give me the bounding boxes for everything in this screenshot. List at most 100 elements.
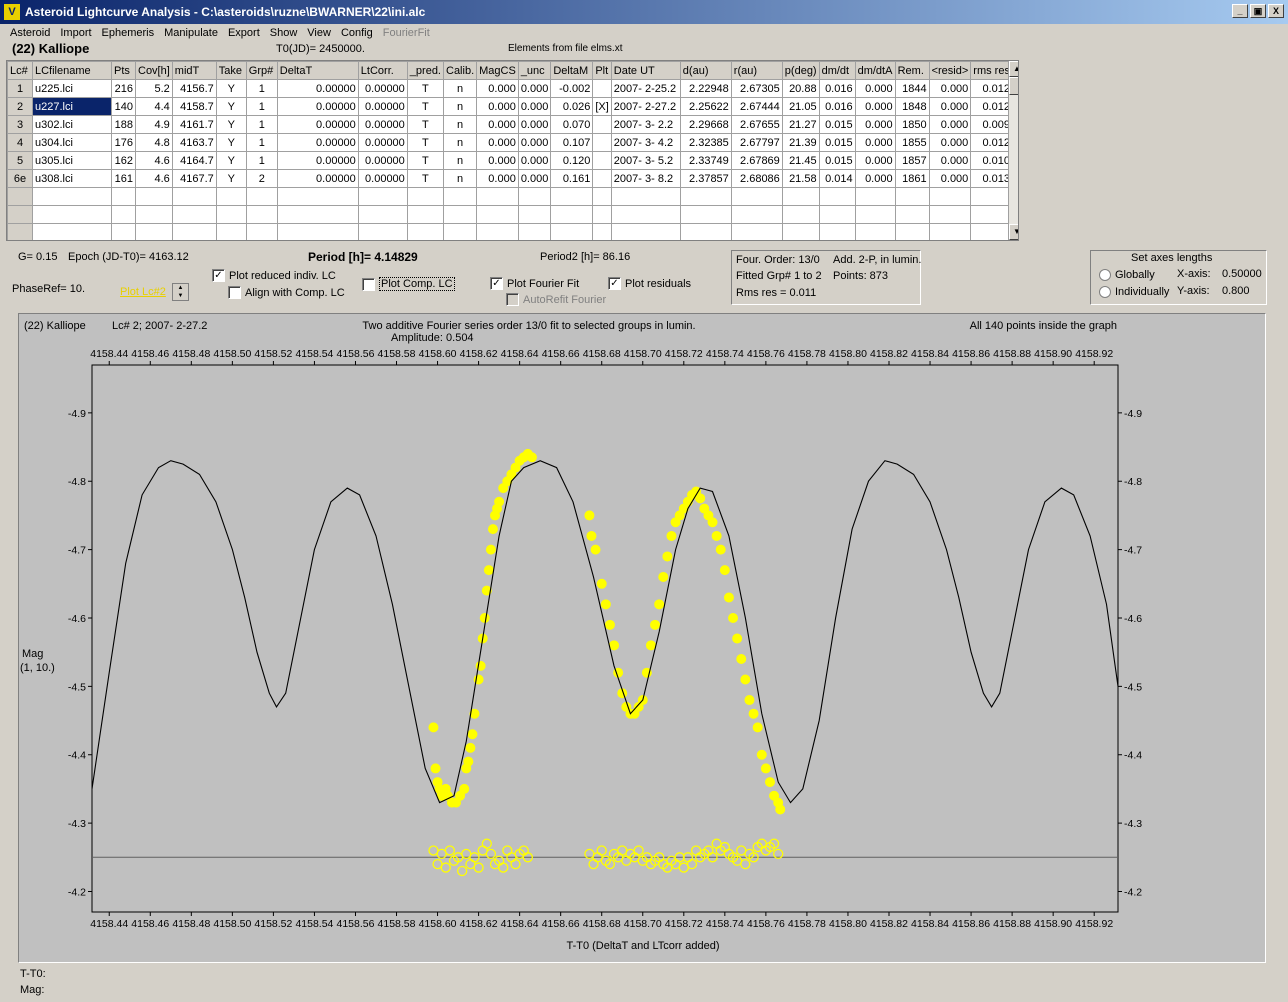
table-cell[interactable]: 4.8 (135, 133, 173, 152)
table-cell[interactable]: 4.6 (135, 169, 173, 188)
menu-ephemeris[interactable]: Ephemeris (97, 27, 160, 39)
table-cell[interactable]: 0.010 (970, 151, 1013, 170)
empty-cell[interactable] (7, 187, 33, 206)
table-cell[interactable]: 0.009 (970, 115, 1013, 134)
table-cell[interactable]: 2 (7, 97, 33, 116)
empty-cell[interactable] (357, 187, 408, 206)
table-cell[interactable]: 0.000 (517, 133, 552, 152)
column-header[interactable]: dm/dtA (854, 61, 896, 80)
table-cell[interactable]: 4.9 (135, 115, 173, 134)
empty-cell[interactable] (111, 205, 136, 224)
table-cell[interactable]: Y (215, 151, 247, 170)
column-header[interactable]: Lc# (7, 61, 33, 80)
table-row[interactable]: 3 u302.lci 188 4.9 4161.7 Y 1 0.00000 0.00000 Tn 0… (7, 115, 1013, 134)
table-cell[interactable]: 0.00000 (276, 97, 359, 116)
menu-import[interactable]: Import (55, 27, 96, 39)
table-cell[interactable]: 0.00000 (276, 169, 359, 188)
table-cell[interactable]: 0.015 (818, 133, 856, 152)
table-cell[interactable]: 2 (245, 169, 278, 188)
empty-cell[interactable] (781, 205, 820, 224)
table-cell[interactable]: 2.22948 (679, 79, 732, 98)
table-cell[interactable]: u308.lci (32, 169, 112, 188)
empty-cell[interactable] (215, 205, 247, 224)
table-cell[interactable]: 0.00000 (357, 133, 408, 152)
column-header[interactable]: MagCS (476, 61, 519, 80)
table-cell[interactable]: Y (215, 79, 247, 98)
column-header[interactable]: p(deg) (781, 61, 820, 80)
empty-cell[interactable] (135, 223, 173, 240)
column-header[interactable]: Pts (111, 61, 136, 80)
x-axis-value[interactable]: 0.50000 (1222, 268, 1262, 280)
empty-cell[interactable] (592, 223, 612, 240)
empty-cell[interactable] (854, 187, 896, 206)
empty-cell[interactable] (517, 187, 552, 206)
individually-radio[interactable]: Individually (1099, 286, 1169, 298)
table-cell[interactable]: 0.000 (928, 97, 972, 116)
column-header[interactable]: LCfilename (32, 61, 112, 80)
empty-cell[interactable] (406, 187, 445, 206)
table-cell[interactable] (592, 151, 612, 170)
table-cell[interactable]: 0.000 (517, 151, 552, 170)
empty-cell[interactable] (592, 187, 612, 206)
empty-cell[interactable] (135, 187, 173, 206)
table-cell[interactable]: 4158.7 (171, 97, 217, 116)
menu-view[interactable]: View (302, 27, 336, 39)
empty-cell[interactable] (32, 187, 112, 206)
empty-row[interactable] (7, 187, 1013, 206)
table-cell[interactable]: [X] (592, 97, 612, 116)
empty-cell[interactable] (894, 187, 930, 206)
empty-cell[interactable] (32, 223, 112, 240)
table-cell[interactable]: 0.000 (476, 151, 519, 170)
table-cell[interactable]: 0.120 (550, 151, 594, 170)
period2-label[interactable]: Period2 [h]= 86.16 (540, 251, 630, 263)
empty-cell[interactable] (610, 223, 681, 240)
table-cell[interactable]: 2.68086 (730, 169, 783, 188)
column-header[interactable]: Calib. (442, 61, 478, 80)
table-cell[interactable]: 0.00000 (357, 79, 408, 98)
empty-cell[interactable] (442, 187, 478, 206)
table-cell[interactable]: 0.00000 (357, 97, 408, 116)
table-cell[interactable]: 0.016 (818, 79, 856, 98)
empty-cell[interactable] (406, 223, 445, 240)
table-cell[interactable]: 4156.7 (171, 79, 217, 98)
table-cell[interactable]: 4.4 (135, 97, 173, 116)
table-cell[interactable] (592, 133, 612, 152)
empty-cell[interactable] (215, 187, 247, 206)
table-cell[interactable]: 0.015 (818, 151, 856, 170)
table-cell[interactable]: u304.lci (32, 133, 112, 152)
column-header[interactable]: Rem. (894, 61, 930, 80)
table-cell[interactable]: 0.013 (970, 169, 1013, 188)
column-header[interactable]: _pred. (406, 61, 445, 80)
table-cell[interactable]: 2.67797 (730, 133, 783, 152)
table-cell[interactable]: 2007- 2-27.2 (610, 97, 681, 116)
table-cell[interactable]: 1 (245, 151, 278, 170)
table-cell[interactable]: T (406, 151, 445, 170)
table-row[interactable]: 6e u308.lci 161 4.6 4167.7 Y 2 0.00000 0.00000 Tn… (7, 169, 1013, 188)
table-cell[interactable]: n (442, 151, 478, 170)
empty-cell[interactable] (610, 205, 681, 224)
empty-cell[interactable] (7, 205, 33, 224)
table-cell[interactable]: 2.67305 (730, 79, 783, 98)
empty-cell[interactable] (276, 187, 359, 206)
empty-cell[interactable] (276, 223, 359, 240)
table-cell[interactable]: 1844 (894, 79, 930, 98)
table-cell[interactable]: 1 (245, 115, 278, 134)
table-cell[interactable]: u305.lci (32, 151, 112, 170)
table-cell[interactable]: 2007- 3- 5.2 (610, 151, 681, 170)
table-cell[interactable]: 1 (7, 79, 33, 98)
table-cell[interactable]: 0.000 (476, 79, 519, 98)
table-cell[interactable]: 0.000 (517, 97, 552, 116)
table-cell[interactable]: 0.00000 (357, 115, 408, 134)
table-cell[interactable]: 0.000 (517, 79, 552, 98)
table-cell[interactable]: 162 (111, 151, 136, 170)
empty-cell[interactable] (245, 187, 278, 206)
table-cell[interactable]: 2.33749 (679, 151, 732, 170)
empty-cell[interactable] (517, 223, 552, 240)
empty-cell[interactable] (730, 187, 783, 206)
table-cell[interactable]: 0.161 (550, 169, 594, 188)
table-cell[interactable]: Y (215, 97, 247, 116)
column-header[interactable]: <resid> (928, 61, 972, 80)
table-cell[interactable] (592, 169, 612, 188)
table-cell[interactable]: 0.107 (550, 133, 594, 152)
empty-cell[interactable] (476, 223, 519, 240)
